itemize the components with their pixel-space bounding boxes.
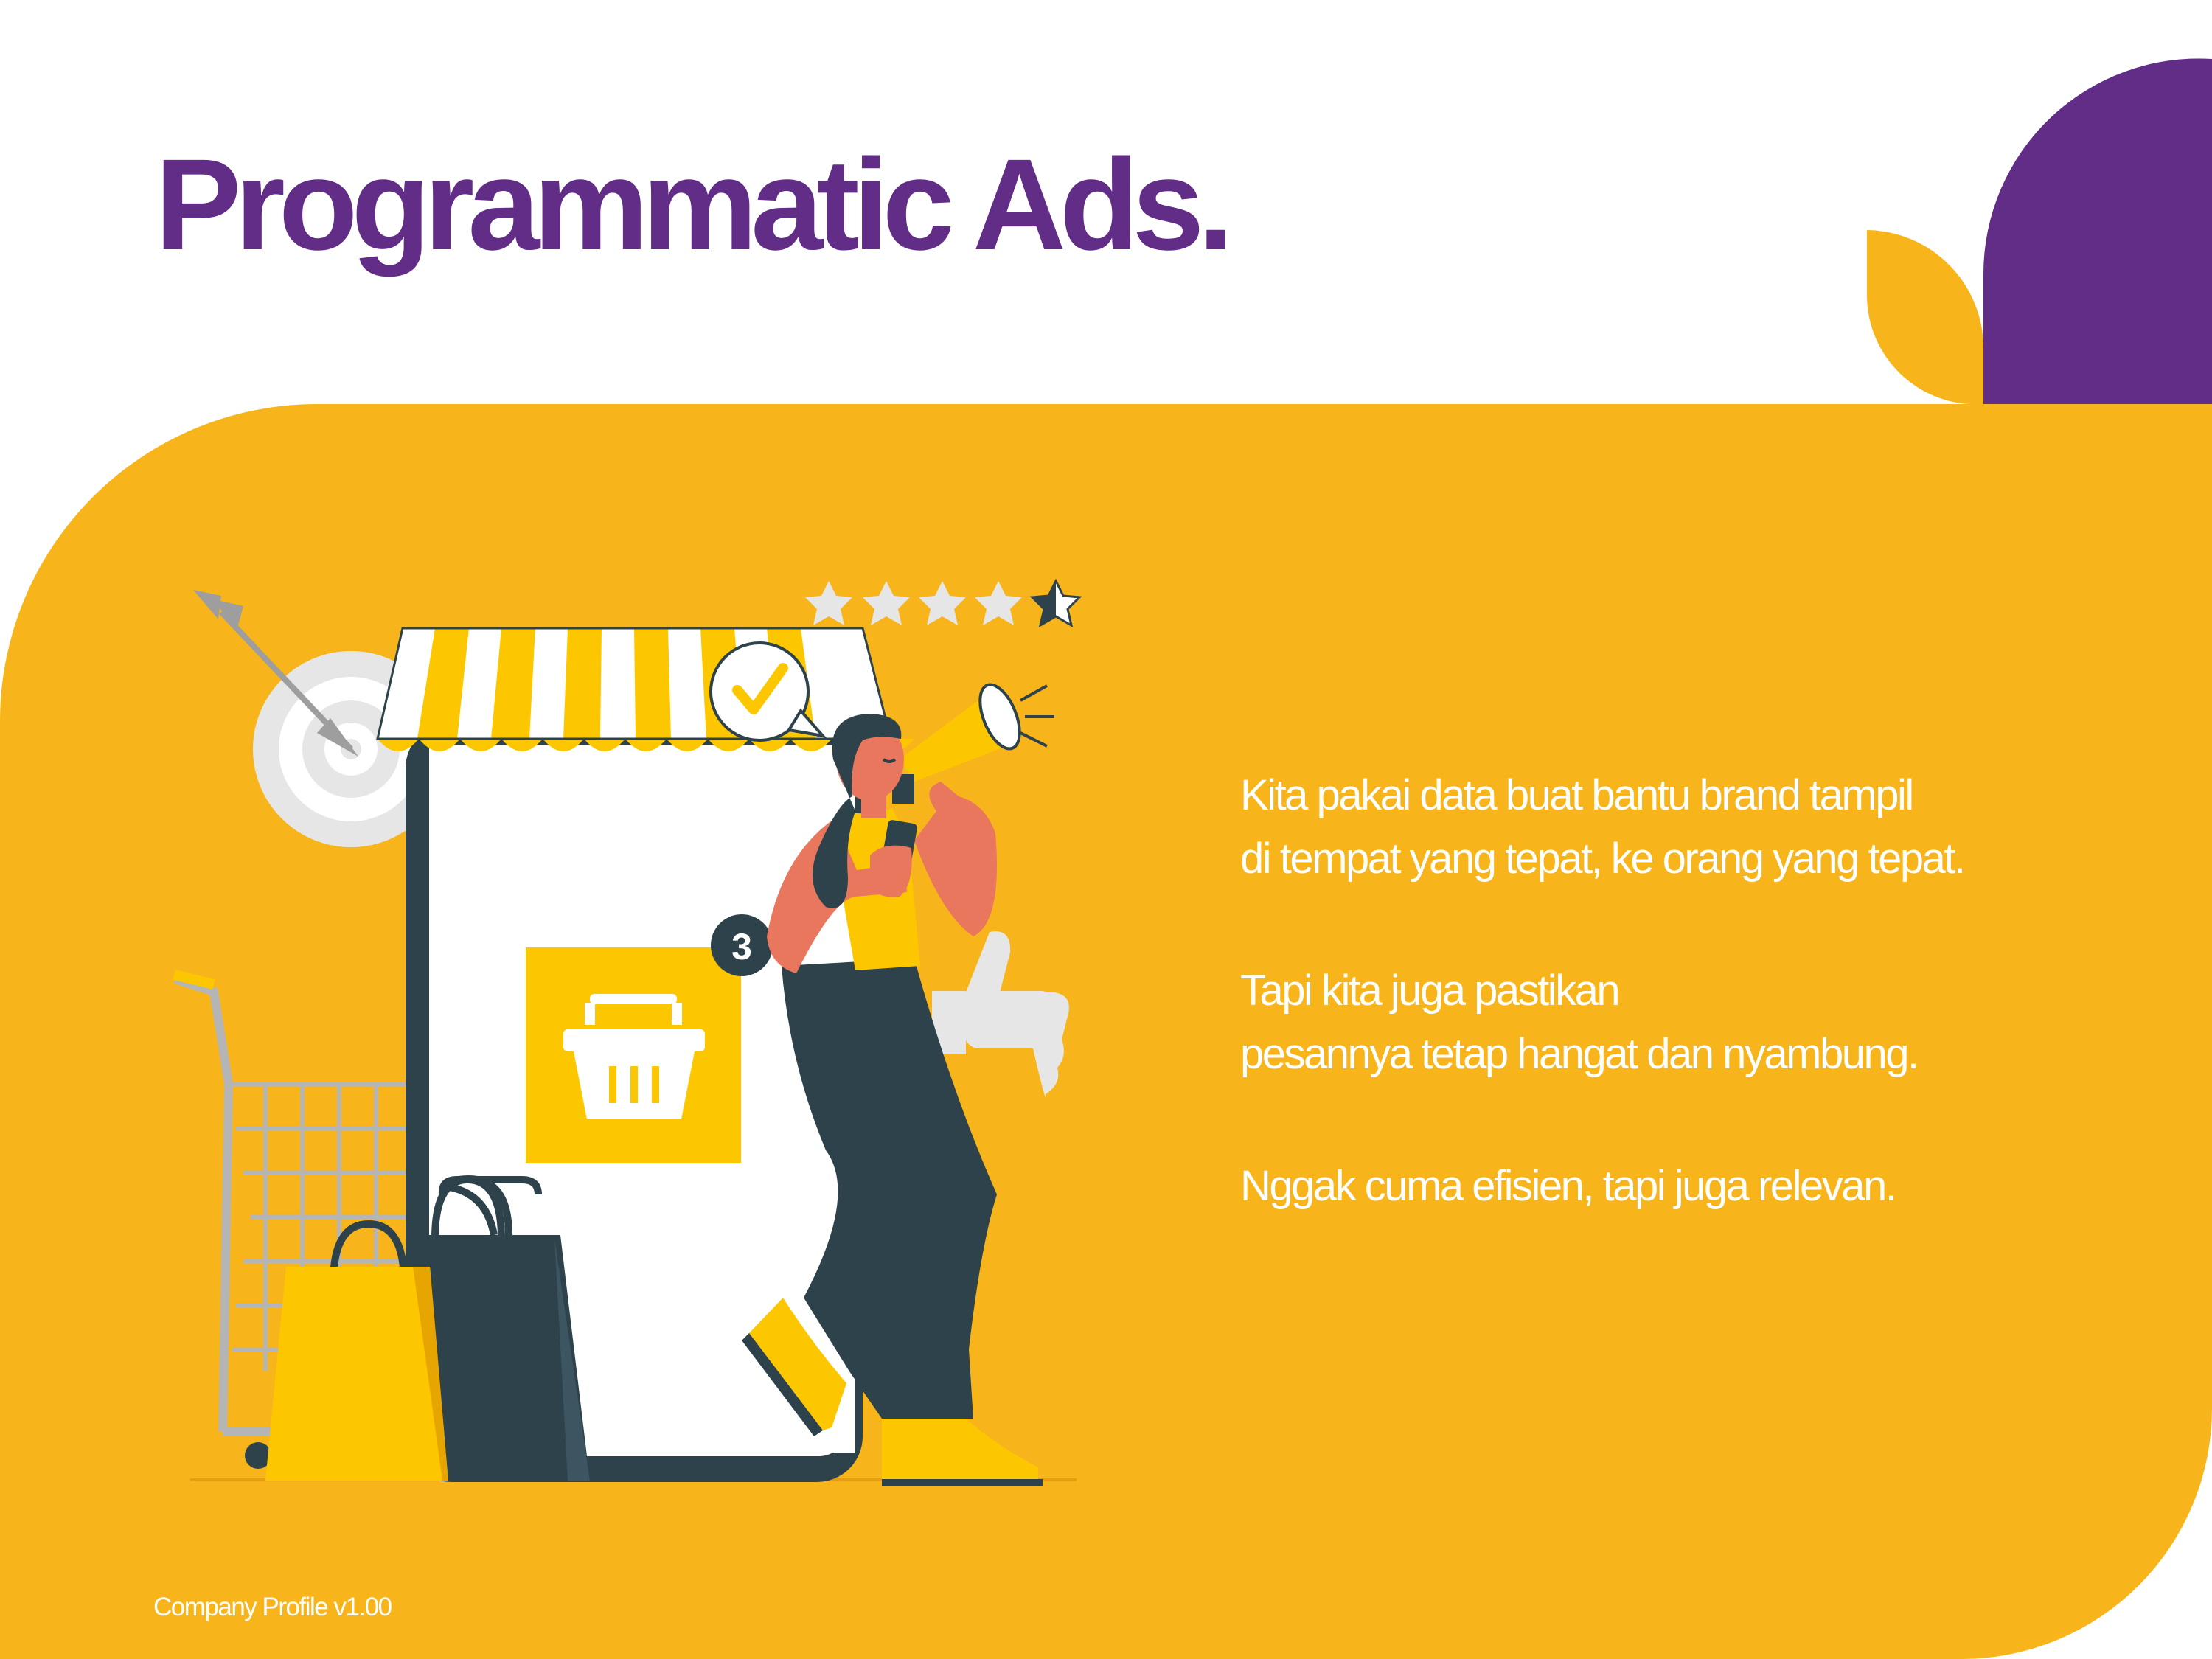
half-star-icon (1029, 578, 1082, 627)
paragraph-line: Tapi kita juga pastikan (1240, 967, 1621, 1015)
paragraph-line: pesannya tetap hangat dan nyambung. (1240, 1030, 1919, 1078)
star-icon (975, 581, 1022, 625)
rating-stars (805, 578, 1082, 627)
thumbs-up-icon (932, 931, 1069, 1097)
paragraph-line: Nggak cuma efisien, tapi juga relevan. (1240, 1162, 1897, 1210)
star-icon (919, 581, 966, 625)
arm-right (914, 782, 997, 936)
shoe-right (882, 1419, 1038, 1479)
notification-badge-count: 3 (731, 926, 752, 967)
megaphone-icon (892, 683, 1054, 804)
star-icon (805, 581, 852, 625)
paragraph-3: Nggak cuma efisien, tapi juga relevan. (1240, 1165, 2154, 1228)
store-awning (376, 627, 914, 751)
paragraph-1: Kita pakai data buat bantu brand tampil … (1240, 774, 2154, 901)
star-icon (863, 581, 910, 625)
paragraph-line: di tempat yang tepat, ke orang yang tepa… (1240, 835, 1966, 883)
description-text: Kita pakai data buat bantu brand tampil … (1240, 774, 2154, 1297)
footer-version: Company Profile v1.00 (153, 1593, 392, 1621)
paragraph-2: Tapi kita juga pastikan pesannya tetap h… (1240, 970, 2154, 1096)
paragraph-line: Kita pakai data buat bantu brand tampil (1240, 771, 1914, 819)
